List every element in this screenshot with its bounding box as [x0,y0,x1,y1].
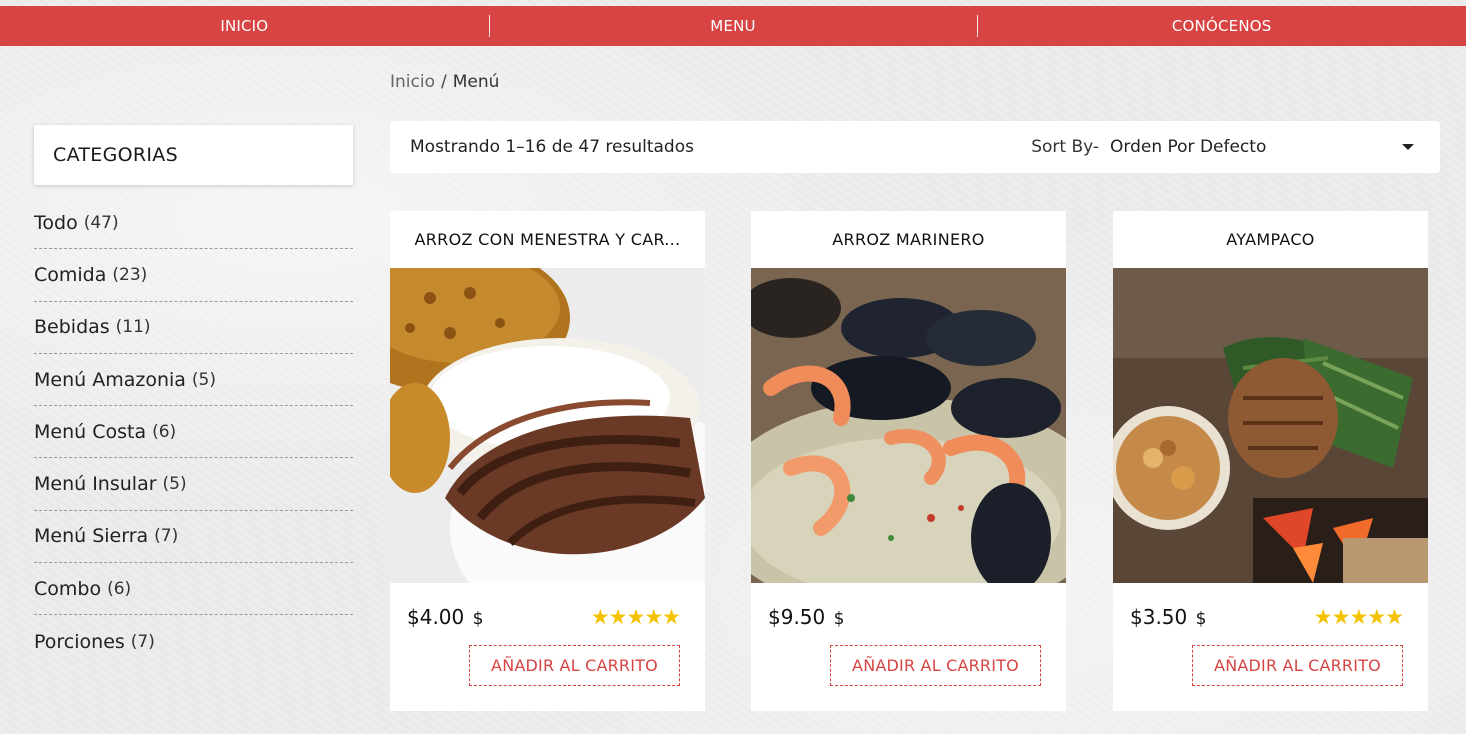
category-item-menu-sierra[interactable]: Menú Sierra (7) [34,511,353,564]
price-amount: $4.00 [407,605,465,629]
product-title[interactable]: ARROZ CON MENESTRA Y CAR... [390,211,705,268]
category-count: (47) [83,212,119,233]
price-currency: $ [833,609,845,629]
price-currency: $ [1195,609,1207,629]
category-count: (6) [152,421,177,442]
price-amount: $3.50 [1130,605,1188,629]
breadcrumb-separator: / [440,72,447,92]
top-navigation-bar: INICIO MENU CONÓCENOS [0,6,1466,46]
sort-selected-value: Orden Por Defecto [1110,137,1267,157]
nav-menu[interactable]: MENU [488,6,978,46]
product-card: AYAMPACO $3.50 $ ★★★★★ AÑADIR AL CARRITO [1113,211,1428,711]
category-label: Comida [34,263,107,286]
category-item-menu-insular[interactable]: Menú Insular (5) [34,458,353,511]
categories-heading: CATEGORIAS [53,144,178,166]
rice-beans-steak-illustration [390,268,705,583]
category-label: Combo [34,577,102,600]
rating-stars-icon: ★★★★★ [590,605,681,629]
nav-inicio[interactable]: INICIO [0,6,489,46]
rating-stars-icon: ★★★★★ [1313,605,1404,629]
category-item-porciones[interactable]: Porciones (7) [34,615,353,667]
sort-label: Sort By- [1031,137,1099,157]
product-title[interactable]: ARROZ MARINERO [751,211,1066,268]
results-toolbar: Mostrando 1–16 de 47 resultados Sort By-… [390,121,1440,173]
category-item-bebidas[interactable]: Bebidas (11) [34,302,353,354]
category-count: (6) [107,578,132,599]
category-item-menu-costa[interactable]: Menú Costa (6) [34,406,353,459]
product-image[interactable] [1113,268,1428,583]
product-price: $4.00 $ [407,605,483,629]
seafood-rice-illustration [751,268,1066,583]
category-count: (5) [191,369,217,390]
product-image[interactable] [751,268,1066,583]
product-title[interactable]: AYAMPACO [1113,211,1428,268]
category-item-comida[interactable]: Comida (23) [34,249,353,302]
category-count: (23) [112,264,148,285]
category-count: (7) [130,631,155,652]
product-card: ARROZ CON MENESTRA Y CAR... $4.00 $ ★★★★… [390,211,705,711]
price-currency: $ [472,609,484,629]
categories-heading-box: CATEGORIAS [34,125,353,185]
add-to-cart-button[interactable]: AÑADIR AL CARRITO [1192,645,1403,686]
category-label: Menú Amazonia [34,368,186,391]
category-item-todo[interactable]: Todo (47) [34,197,353,250]
results-count: Mostrando 1–16 de 47 resultados [410,137,694,157]
breadcrumb: Inicio / Menú [390,72,499,92]
category-label: Menú Sierra [34,525,149,548]
sort-select[interactable]: Orden Por Defecto [1110,137,1420,157]
category-item-menu-amazonia[interactable]: Menú Amazonia (5) [34,354,353,407]
category-label: Todo [34,211,78,234]
product-price: $3.50 $ [1130,605,1206,629]
caret-down-icon [1402,144,1414,150]
ayampaco-illustration [1113,268,1428,583]
price-amount: $9.50 [768,605,826,629]
category-count: (7) [154,526,179,547]
nav-conocenos[interactable]: CONÓCENOS [977,6,1466,46]
category-list: Todo (47) Comida (23) Bebidas (11) Menú Ama… [34,197,353,668]
breadcrumb-current: Menú [452,72,500,92]
add-to-cart-button[interactable]: AÑADIR AL CARRITO [830,645,1041,686]
product-image[interactable] [390,268,705,583]
category-label: Menú Costa [34,420,147,443]
category-label: Bebidas [34,316,110,339]
category-item-combo[interactable]: Combo (6) [34,563,353,616]
category-label: Porciones [34,630,125,653]
category-count: (11) [115,317,151,338]
product-card: ARROZ MARINERO $9.50 $ AÑADIR AL CARRITO [751,211,1066,711]
category-count: (5) [162,474,187,495]
product-price: $9.50 $ [768,605,844,629]
add-to-cart-button[interactable]: AÑADIR AL CARRITO [469,645,680,686]
category-label: Menú Insular [34,473,157,496]
breadcrumb-home-link[interactable]: Inicio [390,72,435,92]
